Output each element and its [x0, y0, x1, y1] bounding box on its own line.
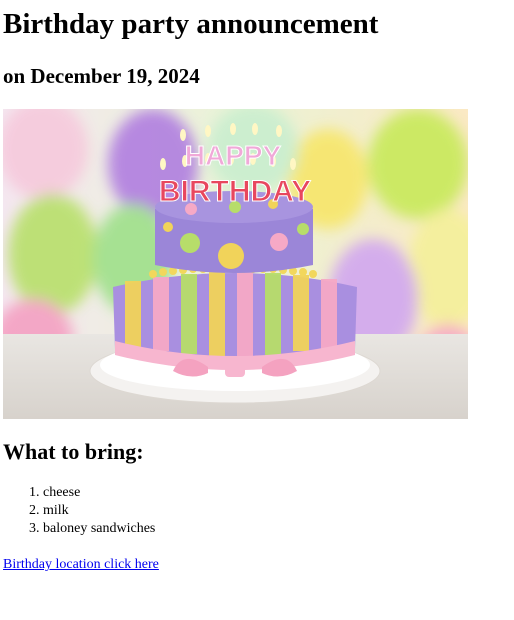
page-content: Birthday party announcement on December …	[0, 8, 514, 574]
birthday-cake-image: HAPPY BIRTHDAY	[3, 109, 468, 419]
list-item: cheese	[43, 484, 514, 502]
cake-topper-happy: HAPPY	[185, 140, 282, 171]
cake-topper-birthday: BIRTHDAY	[159, 175, 311, 208]
list-item: milk	[43, 502, 514, 520]
bring-list: cheese milk baloney sandwiches	[3, 484, 514, 538]
bring-list-heading: What to bring:	[3, 439, 144, 464]
birthday-location-link[interactable]: Birthday location click here	[3, 556, 159, 574]
page-title: Birthday party announcement	[3, 8, 379, 40]
event-date-heading: on December 19, 2024	[3, 64, 200, 88]
list-item: baloney sandwiches	[43, 520, 514, 538]
